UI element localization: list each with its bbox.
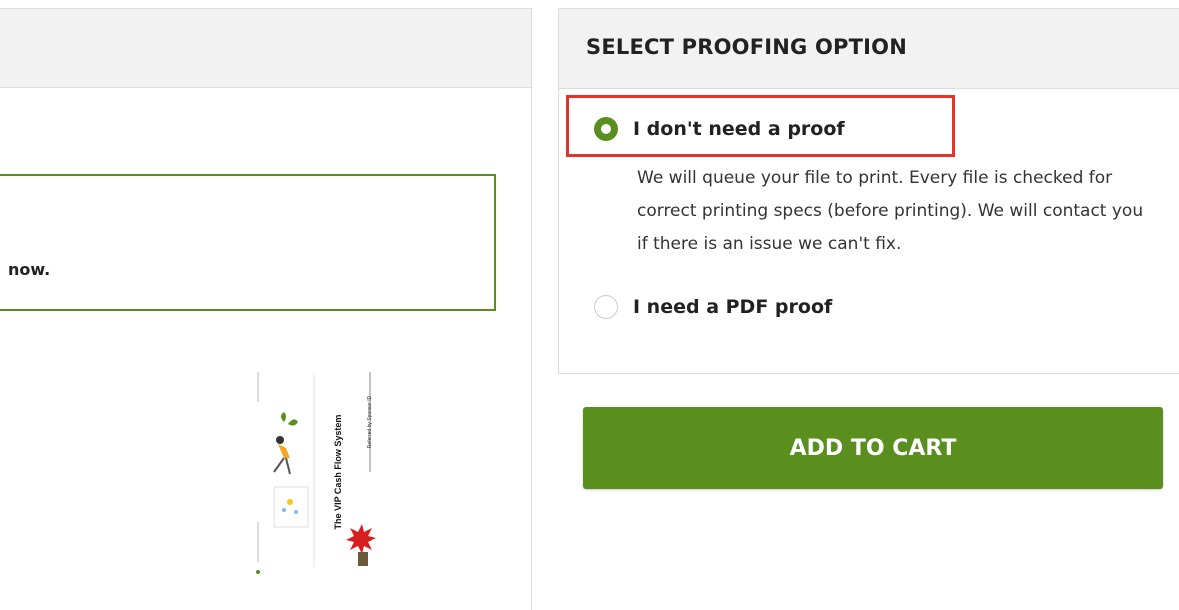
add-to-cart-button[interactable]: ADD TO CART bbox=[583, 407, 1163, 489]
product-preview-image: The VIP Cash Flow System Referred by Spo… bbox=[250, 362, 380, 580]
product-panel: now. The VIP Cash Flow System Referred b… bbox=[0, 8, 532, 610]
postcard-artwork bbox=[256, 362, 376, 580]
proofing-title: SELECT PROOFING OPTION bbox=[586, 35, 907, 59]
option-no-proof[interactable]: I don't need a proof bbox=[594, 117, 845, 141]
radio-unselected-icon[interactable] bbox=[594, 295, 618, 319]
preview-title: The VIP Cash Flow System bbox=[333, 414, 343, 530]
product-panel-header bbox=[0, 8, 531, 88]
notice-text: now. bbox=[8, 260, 51, 279]
notice-box: now. bbox=[0, 174, 496, 311]
option-no-proof-label: I don't need a proof bbox=[633, 118, 845, 140]
preview-subtitle: Referred by Sponsor ID bbox=[367, 395, 373, 449]
proofing-panel-header: SELECT PROOFING OPTION bbox=[559, 9, 1179, 89]
radio-selected-icon[interactable] bbox=[594, 117, 618, 141]
option-pdf-proof[interactable]: I need a PDF proof bbox=[594, 295, 832, 319]
option-no-proof-description: We will queue your file to print. Every … bbox=[637, 168, 1144, 254]
option-pdf-proof-label: I need a PDF proof bbox=[633, 296, 833, 318]
